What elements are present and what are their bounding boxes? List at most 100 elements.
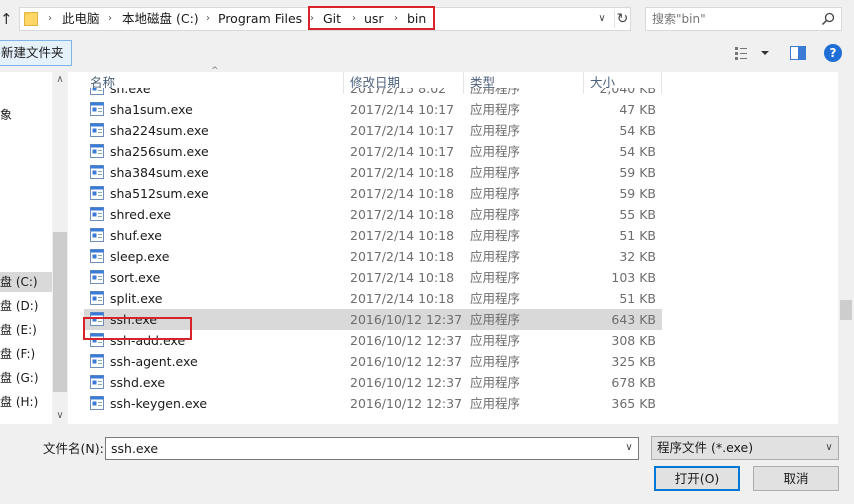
folder-icon <box>24 12 38 26</box>
file-date: 2017/2/14 10:18 <box>350 207 455 222</box>
chevron-down-icon[interactable]: ∨ <box>594 10 610 28</box>
view-options-icon[interactable] <box>732 44 772 62</box>
nav-scroll-thumb[interactable] <box>53 232 67 392</box>
file-row[interactable]: shred.exe 2017/2/14 10:18 应用程序 55 KB <box>84 204 662 225</box>
chevron-down-icon[interactable]: ∨ <box>822 440 836 456</box>
file-name: sort.exe <box>110 270 161 285</box>
file-row[interactable]: sort.exe 2017/2/14 10:18 应用程序 103 KB <box>84 267 662 288</box>
nav-item-drive-h[interactable]: 盘 (H:) <box>0 392 52 412</box>
filename-input[interactable] <box>111 438 611 459</box>
new-folder-button[interactable]: 新建文件夹 <box>0 40 72 66</box>
file-date: 2016/10/12 12:37 <box>350 396 463 411</box>
preview-pane-icon[interactable] <box>789 44 807 62</box>
file-row[interactable]: sha224sum.exe 2017/2/14 10:17 应用程序 54 KB <box>84 120 662 141</box>
file-row[interactable]: split.exe 2017/2/14 10:18 应用程序 51 KB <box>84 288 662 309</box>
file-name: split.exe <box>110 291 163 306</box>
file-date: 2017/2/14 10:18 <box>350 228 455 243</box>
file-row[interactable]: ssh-agent.exe 2016/10/12 12:37 应用程序 325 KB <box>84 351 662 372</box>
nav-item-objects[interactable]: 象 <box>0 105 52 125</box>
path-highlight-box <box>308 6 435 30</box>
file-size: 2,040 KB <box>599 88 656 96</box>
file-row[interactable]: shuf.exe 2017/2/14 10:18 应用程序 51 KB <box>84 225 662 246</box>
address-bar[interactable]: › 此电脑 › 本地磁盘 (C:) › Program Files › Git … <box>19 6 631 31</box>
file-size: 308 KB <box>611 333 656 348</box>
breadcrumb-this-pc[interactable]: 此电脑 <box>62 8 100 30</box>
help-icon[interactable]: ? <box>824 44 842 62</box>
file-row[interactable]: sha512sum.exe 2017/2/14 10:18 应用程序 59 KB <box>84 183 662 204</box>
file-type: 应用程序 <box>470 312 521 327</box>
exe-file-icon <box>90 186 104 200</box>
file-date: 2017/2/14 10:18 <box>350 249 455 264</box>
file-size: 51 KB <box>619 228 656 243</box>
exe-file-icon <box>90 396 104 410</box>
exe-file-icon <box>90 270 104 284</box>
file-date: 2017/2/14 10:17 <box>350 123 455 138</box>
navigation-pane: 象 盘 (C:) 盘 (D:) 盘 (E:) 盘 (F:) 盘 (G:) 盘 (… <box>0 72 68 424</box>
search-box[interactable] <box>645 7 842 31</box>
file-size: 59 KB <box>619 165 656 180</box>
file-name: ssh-keygen.exe <box>110 396 208 411</box>
file-type: 应用程序 <box>470 102 521 117</box>
filename-label: 文件名(N): <box>43 441 104 456</box>
file-date: 2017/2/14 10:17 <box>350 144 455 159</box>
scroll-up-icon[interactable] <box>838 72 854 88</box>
file-type: 应用程序 <box>470 165 521 180</box>
address-toolbar: ↑ › 此电脑 › 本地磁盘 (C:) › Program Files › Gi… <box>0 0 854 38</box>
file-date: 2016/10/12 12:37 <box>350 354 463 369</box>
scroll-down-icon[interactable]: ∨ <box>52 408 68 424</box>
exe-file-icon <box>90 102 104 116</box>
scroll-up-icon[interactable]: ∧ <box>52 72 68 88</box>
file-type: 应用程序 <box>470 270 521 285</box>
exe-file-icon <box>90 291 104 305</box>
file-type: 应用程序 <box>470 123 521 138</box>
exe-file-icon <box>90 165 104 179</box>
file-name: ssh-agent.exe <box>110 354 198 369</box>
file-name: shuf.exe <box>110 228 162 243</box>
file-type: 应用程序 <box>470 144 521 159</box>
file-row[interactable]: sha256sum.exe 2017/2/14 10:17 应用程序 54 KB <box>84 141 662 162</box>
file-size: 103 KB <box>611 270 656 285</box>
file-date: 2016/10/12 12:37 <box>350 333 463 348</box>
file-row[interactable]: sh.exe 2017/2/15 8:02 应用程序 2,040 KB <box>84 88 662 99</box>
file-type: 应用程序 <box>470 375 521 390</box>
nav-scrollbar[interactable]: ∧ ∨ <box>52 72 68 424</box>
file-date: 2017/2/14 10:18 <box>350 270 455 285</box>
open-button[interactable]: 打开(O) <box>654 466 740 491</box>
exe-file-icon <box>90 249 104 263</box>
file-size: 32 KB <box>619 249 656 264</box>
nav-item-drive-c[interactable]: 盘 (C:) <box>0 272 52 292</box>
file-name: sshd.exe <box>110 375 166 390</box>
file-date: 2017/2/14 10:18 <box>350 165 455 180</box>
nav-item-drive-e[interactable]: 盘 (E:) <box>0 320 52 340</box>
file-row[interactable]: sleep.exe 2017/2/14 10:18 应用程序 32 KB <box>84 246 662 267</box>
cancel-button[interactable]: 取消 <box>753 466 839 491</box>
file-size: 51 KB <box>619 291 656 306</box>
file-row[interactable]: sha384sum.exe 2017/2/14 10:18 应用程序 59 KB <box>84 162 662 183</box>
file-size: 59 KB <box>619 186 656 201</box>
file-date: 2017/2/15 8:02 <box>350 88 447 96</box>
nav-item-drive-d[interactable]: 盘 (D:) <box>0 296 52 316</box>
breadcrumb-program-files[interactable]: Program Files <box>218 8 302 30</box>
file-row[interactable]: sha1sum.exe 2017/2/14 10:17 应用程序 47 KB <box>84 99 662 120</box>
up-arrow-icon[interactable]: ↑ <box>0 9 14 29</box>
filetype-select[interactable]: 程序文件 (*.exe) ∨ <box>651 436 839 460</box>
nav-item-drive-f[interactable]: 盘 (F:) <box>0 344 52 364</box>
file-type: 应用程序 <box>470 88 521 96</box>
file-list-scrollbar[interactable] <box>838 72 854 424</box>
filetype-value: 程序文件 (*.exe) <box>657 440 754 455</box>
file-row[interactable]: ssh-keygen.exe 2016/10/12 12:37 应用程序 365 KB <box>84 393 662 414</box>
nav-item-drive-g[interactable]: 盘 (G:) <box>0 368 52 388</box>
search-input[interactable] <box>652 8 812 30</box>
exe-file-icon <box>90 354 104 368</box>
file-size: 47 KB <box>619 102 656 117</box>
filename-combobox[interactable]: ∨ <box>105 437 639 460</box>
file-row[interactable]: sshd.exe 2016/10/12 12:37 应用程序 678 KB <box>84 372 662 393</box>
search-icon[interactable] <box>820 11 836 27</box>
breadcrumb-local-disk-c[interactable]: 本地磁盘 (C:) <box>122 8 199 30</box>
exe-file-icon <box>90 228 104 242</box>
file-size: 678 KB <box>611 375 656 390</box>
refresh-icon[interactable]: ↻ <box>614 10 630 28</box>
file-list-scroll-thumb[interactable] <box>840 300 852 320</box>
chevron-down-icon[interactable]: ∨ <box>622 440 636 456</box>
exe-file-icon <box>90 375 104 389</box>
